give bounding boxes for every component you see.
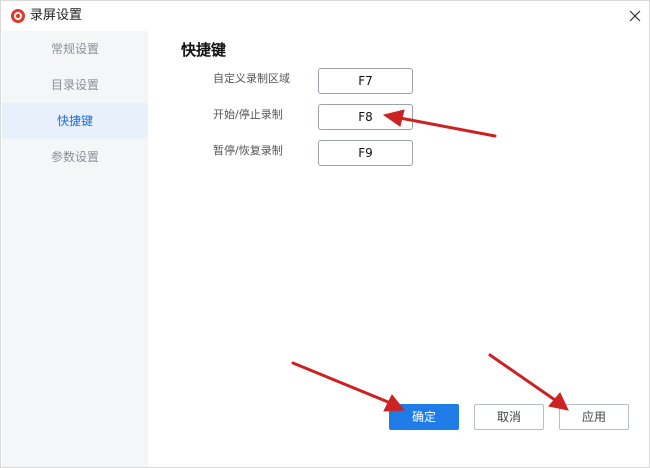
hotkey-label-pause-resume: 暂停/恢复录制 bbox=[213, 144, 283, 157]
hotkey-input-pause-resume[interactable]: F9 bbox=[318, 140, 413, 166]
hotkey-input-start-stop[interactable]: F8 bbox=[318, 104, 413, 130]
record-app-icon bbox=[10, 8, 26, 24]
close-button[interactable] bbox=[621, 1, 649, 31]
ok-button[interactable]: 确定 bbox=[389, 404, 459, 430]
sidebar-item-parameters[interactable]: 参数设置 bbox=[2, 139, 148, 175]
settings-window: 录屏设置 常规设置 目录设置 快捷键 参数设置 快捷键 自定义录制区域 F7 开… bbox=[0, 0, 650, 468]
section-title: 快捷键 bbox=[181, 41, 227, 59]
close-icon bbox=[629, 7, 641, 26]
title-bar: 录屏设置 bbox=[1, 1, 649, 31]
hotkey-label-start-stop: 开始/停止录制 bbox=[213, 108, 283, 121]
window-title: 录屏设置 bbox=[30, 8, 83, 23]
hotkey-label-custom-region: 自定义录制区域 bbox=[213, 72, 290, 85]
settings-content: 快捷键 自定义录制区域 F7 开始/停止录制 F8 暂停/恢复录制 F9 确定 … bbox=[148, 31, 649, 467]
hotkey-input-custom-region[interactable]: F7 bbox=[318, 68, 413, 94]
sidebar-item-hotkeys[interactable]: 快捷键 bbox=[2, 103, 148, 139]
sidebar-item-general[interactable]: 常规设置 bbox=[2, 31, 148, 67]
sidebar-item-directory[interactable]: 目录设置 bbox=[2, 67, 148, 103]
settings-sidebar: 常规设置 目录设置 快捷键 参数设置 bbox=[2, 31, 148, 467]
apply-button[interactable]: 应用 bbox=[559, 404, 629, 430]
cancel-button[interactable]: 取消 bbox=[474, 404, 544, 430]
